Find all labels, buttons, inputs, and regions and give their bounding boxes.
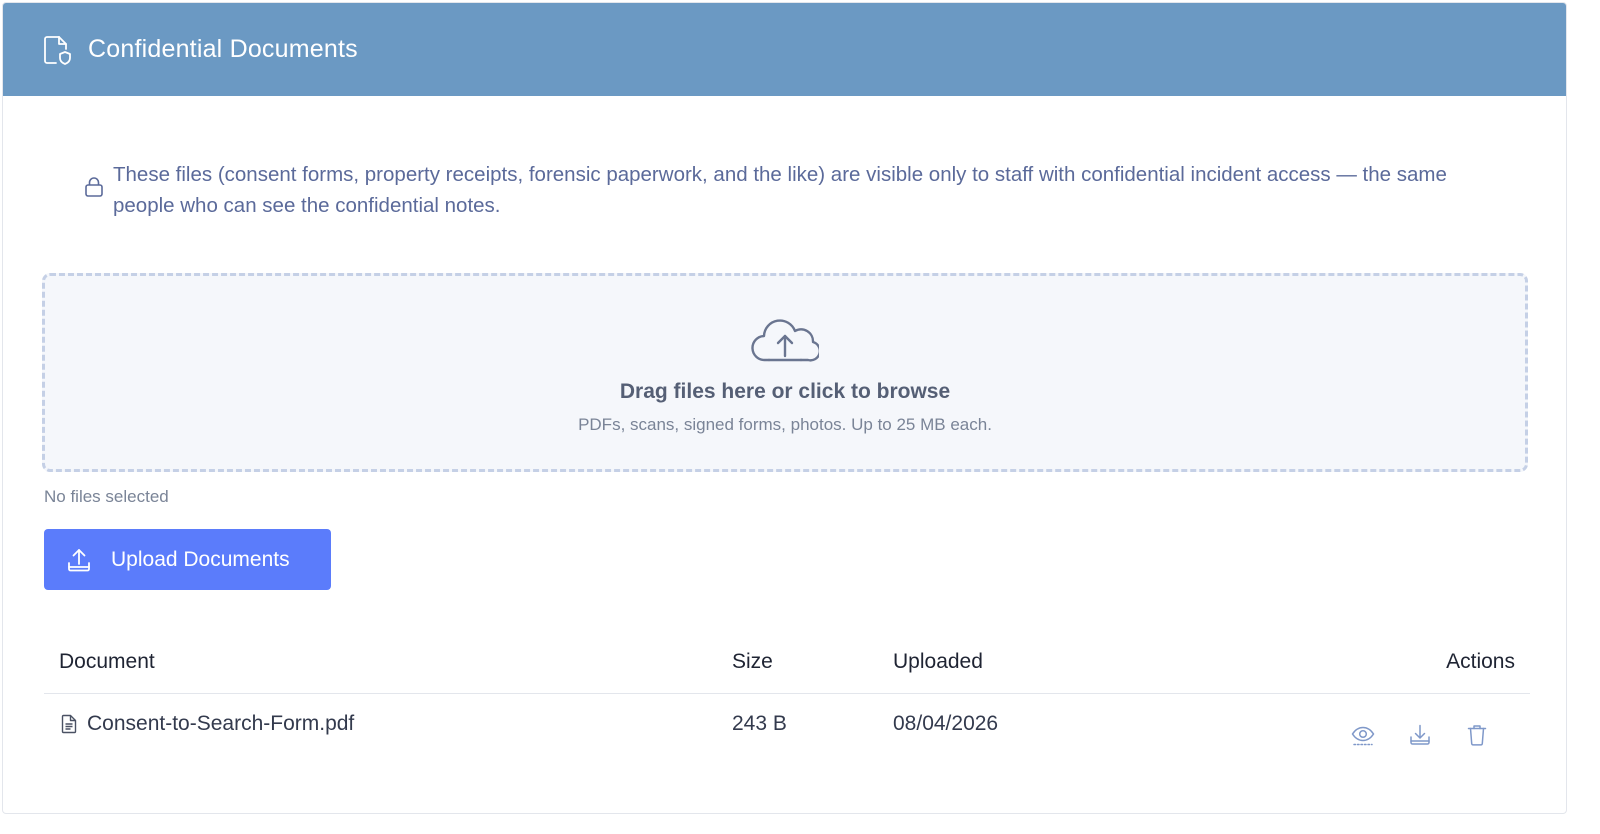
document-name[interactable]: Consent-to-Search-Form.pdf <box>87 712 354 736</box>
file-shield-icon <box>40 33 74 67</box>
card-header: Confidential Documents <box>3 3 1566 96</box>
file-icon <box>59 714 79 734</box>
column-header-actions: Actions <box>1293 631 1530 694</box>
table-header-row: Document Size Uploaded Actions <box>44 631 1530 694</box>
view-icon[interactable] <box>1351 723 1375 747</box>
table-row: Consent-to-Search-Form.pdf 243 B 08/04/2… <box>44 693 1530 755</box>
cloud-upload-icon <box>45 312 1525 368</box>
document-uploaded-date: 08/04/2026 <box>893 712 999 736</box>
upload-documents-button[interactable]: Upload Documents <box>44 529 331 590</box>
file-dropzone[interactable]: Drag files here or click to browse PDFs,… <box>42 273 1528 472</box>
column-header-size: Size <box>732 631 893 694</box>
notice-text: These files (consent forms, property rec… <box>113 163 1447 217</box>
document-actions <box>1293 693 1530 755</box>
lock-icon <box>83 176 105 198</box>
upload-button-label: Upload Documents <box>111 547 290 571</box>
column-header-uploaded: Uploaded <box>893 631 1293 694</box>
dropzone-subtitle: PDFs, scans, signed forms, photos. Up to… <box>578 415 992 434</box>
confidential-documents-card: Confidential Documents These files (cons… <box>2 2 1567 814</box>
page-title: Confidential Documents <box>88 35 358 63</box>
column-header-document: Document <box>44 631 732 694</box>
document-cell: Consent-to-Search-Form.pdf <box>44 693 732 755</box>
document-size: 243 B <box>732 712 787 736</box>
confidential-notice: These files (consent forms, property rec… <box>83 159 1483 221</box>
upload-icon <box>65 546 93 574</box>
dropzone-title: Drag files here or click to browse <box>619 380 951 403</box>
delete-icon[interactable] <box>1465 723 1489 747</box>
file-selection-status: No files selected <box>44 487 169 506</box>
documents-table: Document Size Uploaded Actions Consent-t… <box>44 631 1530 755</box>
download-icon[interactable] <box>1408 723 1432 747</box>
